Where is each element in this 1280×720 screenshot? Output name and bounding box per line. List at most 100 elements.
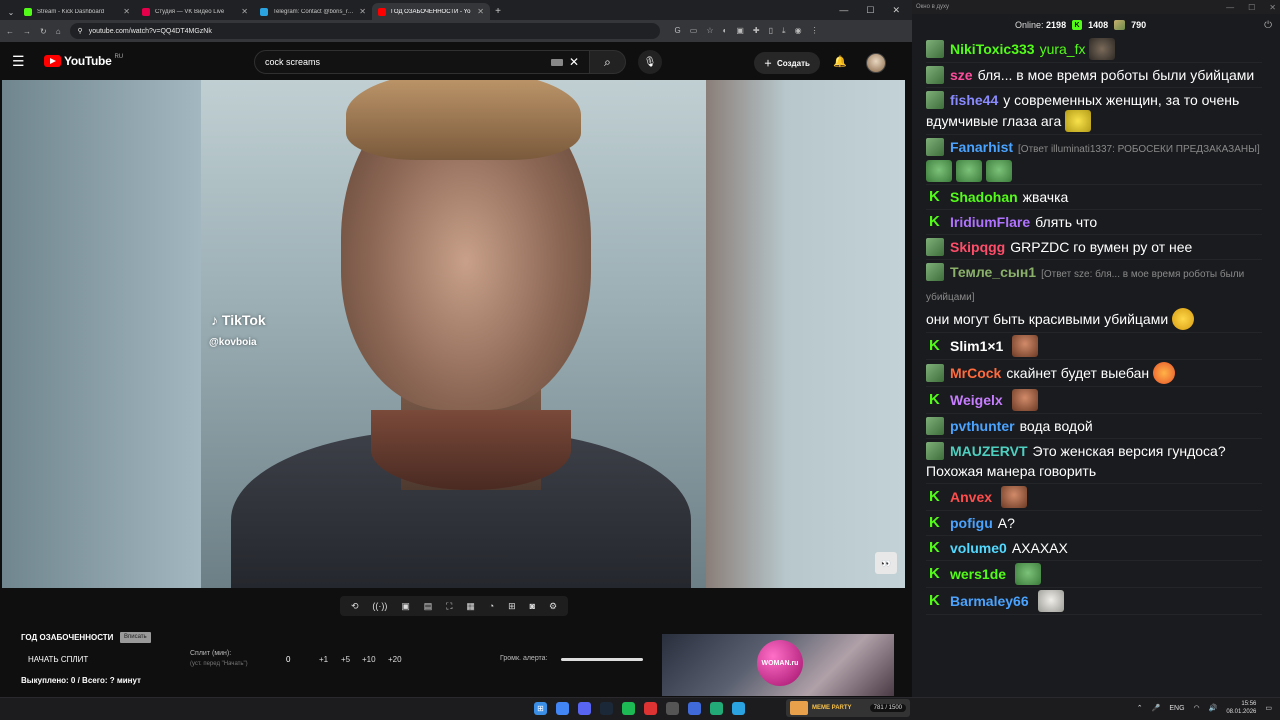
chat-username[interactable]: sze xyxy=(950,67,973,83)
screenshot-icon[interactable]: ◙ xyxy=(530,601,535,611)
maximize-icon[interactable]: ☐ xyxy=(866,5,874,16)
browser-tab[interactable]: Студия — VK Видео Live ✕ xyxy=(136,3,254,20)
loop-icon[interactable]: ⟲ xyxy=(351,601,359,612)
mic-icon[interactable]: 🎤 xyxy=(1152,704,1161,712)
resize-icon[interactable]: ⛶ xyxy=(446,601,452,612)
pip-icon[interactable]: ▣ xyxy=(401,601,410,612)
chat-username[interactable]: wers1de xyxy=(950,566,1006,582)
speed-icon[interactable]: ◔ xyxy=(489,601,494,611)
youtube-logo[interactable]: YouTube RU xyxy=(44,54,123,68)
chat-settings-icon[interactable]: ⏻ xyxy=(1264,20,1272,31)
chat-username[interactable]: Fanarhist xyxy=(950,139,1013,155)
chat-username[interactable]: Shadohan xyxy=(950,189,1018,205)
reload-icon[interactable]: ↻ xyxy=(40,27,47,36)
audio-icon[interactable]: ((·)) xyxy=(372,601,387,611)
avatar[interactable] xyxy=(866,53,886,73)
increment-5-button[interactable]: +5 xyxy=(341,655,350,664)
minimize-icon[interactable]: — xyxy=(839,5,848,15)
profile-icon[interactable]: ◉ xyxy=(795,26,802,36)
clock[interactable]: 15:56 08.01.2026 xyxy=(1226,700,1256,716)
tab-search-icon[interactable]: ⌄ xyxy=(4,4,18,20)
search-button[interactable]: ⌕ xyxy=(590,50,626,74)
chat-minimize-icon[interactable]: — xyxy=(1226,3,1234,12)
steam-icon[interactable] xyxy=(600,702,613,715)
chat-username[interactable]: Anvex xyxy=(950,489,992,505)
chat-username[interactable]: IridiumFlare xyxy=(950,214,1030,230)
start-icon[interactable]: ⊞ xyxy=(534,702,547,715)
chat-scrollbar[interactable] xyxy=(1276,36,1280,694)
increment-1-button[interactable]: +1 xyxy=(319,655,328,664)
extension-icon-2[interactable]: ▣ xyxy=(736,26,744,36)
obs-icon[interactable] xyxy=(666,702,679,715)
new-tab-button[interactable]: + xyxy=(490,3,506,20)
tab-close-icon[interactable]: ✕ xyxy=(123,7,130,16)
chat-close-icon[interactable]: ✕ xyxy=(1269,3,1276,12)
tab-close-icon[interactable]: ✕ xyxy=(359,7,366,16)
bookmark-star-icon[interactable]: ☆ xyxy=(706,26,713,36)
tab-close-icon[interactable]: ✕ xyxy=(477,7,484,16)
voice-search-icon[interactable]: 🎙 xyxy=(638,50,662,74)
clip-icon[interactable]: ▤ xyxy=(424,601,433,612)
download-icon[interactable]: ⤓ xyxy=(782,26,786,36)
home-icon[interactable]: ⌂ xyxy=(56,27,61,36)
chat-username[interactable]: volume0 xyxy=(950,540,1007,556)
notifications-bell-icon[interactable]: 🔔 xyxy=(833,55,847,68)
add-icon[interactable]: ⊞ xyxy=(508,601,516,612)
forward-icon[interactable]: → xyxy=(23,27,31,36)
app-icon-3[interactable] xyxy=(710,702,723,715)
browser-tab[interactable]: Telegram: Contact @boris_roch ✕ xyxy=(254,3,372,20)
ad-banner[interactable]: WOMAN.ru xyxy=(662,634,894,696)
sidebar-icon[interactable]: ▯ xyxy=(769,26,773,36)
app-icon-2[interactable] xyxy=(688,702,701,715)
chat-username[interactable]: Skipqgg xyxy=(950,239,1005,255)
spotify-icon[interactable] xyxy=(622,702,635,715)
chrome-icon[interactable] xyxy=(556,702,569,715)
eyes-icon[interactable]: 👀 xyxy=(875,552,897,574)
increment-20-button[interactable]: +20 xyxy=(388,655,402,664)
url-bar[interactable]: ⚲ youtube.com/watch?v=QQ4DT4MGzNk xyxy=(69,23,660,39)
video-player[interactable]: ♪ TikTok @kovboia 👀 xyxy=(2,80,905,588)
keyboard-icon[interactable] xyxy=(550,58,563,66)
clear-search-icon[interactable]: ✕ xyxy=(569,55,579,69)
start-split-button[interactable]: НАЧАТЬ СПЛИТ xyxy=(28,655,88,664)
chat-username[interactable]: Темле_сын1 xyxy=(950,264,1036,280)
chat-username[interactable]: fishe44 xyxy=(950,92,998,108)
extension-icon[interactable]: ◐ xyxy=(723,26,728,36)
language-indicator[interactable]: ENG xyxy=(1169,705,1184,712)
panel-badge[interactable]: Вписать xyxy=(120,632,151,643)
browser-tab[interactable]: ГОД ОЗАБОЧЕННОСТИ - Yo ✕ xyxy=(372,3,490,20)
chat-username[interactable]: Weigelx xyxy=(950,392,1003,408)
menu-icon[interactable]: ☰ xyxy=(12,53,34,70)
chat-username[interactable]: MrCock xyxy=(950,365,1001,381)
tab-close-icon[interactable]: ✕ xyxy=(241,7,248,16)
discord-icon[interactable] xyxy=(578,702,591,715)
volume-slider[interactable] xyxy=(561,658,643,661)
volume-icon[interactable]: 🔊 xyxy=(1209,704,1218,712)
app-icon[interactable] xyxy=(644,702,657,715)
wifi-icon[interactable]: ◠ xyxy=(1194,704,1200,712)
menu-dots-icon[interactable]: ⋮ xyxy=(811,26,819,36)
close-icon[interactable]: ✕ xyxy=(892,5,900,16)
subtitles-icon[interactable]: ▦ xyxy=(466,601,475,612)
chat-maximize-icon[interactable]: ☐ xyxy=(1248,3,1255,12)
chat-username[interactable]: NikiToxic333 xyxy=(950,41,1035,57)
chat-username[interactable]: pvthunter xyxy=(950,418,1015,434)
telegram-icon[interactable] xyxy=(732,702,745,715)
site-info-icon[interactable]: ⚲ xyxy=(78,27,83,35)
chat-username[interactable]: Slim1×1 xyxy=(950,338,1003,354)
chat-username[interactable]: Barmaley66 xyxy=(950,593,1029,609)
browser-tab[interactable]: Stream - Kick Dashboard ✕ xyxy=(18,3,136,20)
meme-party-widget[interactable]: MEME PARTY 781 / 1500 xyxy=(786,699,910,717)
back-icon[interactable]: ← xyxy=(6,27,14,36)
chat-username[interactable]: MAUZERVT xyxy=(950,443,1028,459)
create-button[interactable]: ＋ Создать xyxy=(754,52,820,74)
settings-gear-icon[interactable]: ⚙ xyxy=(549,601,557,612)
increment-10-button[interactable]: +10 xyxy=(362,655,376,664)
tray-chevron-icon[interactable]: ⌃ xyxy=(1137,704,1143,712)
notification-icon[interactable]: ▭ xyxy=(1265,704,1272,712)
search-input[interactable]: cock screams ✕ xyxy=(254,50,590,74)
chat-username[interactable]: pofigu xyxy=(950,515,993,531)
cast-icon[interactable]: ▭ xyxy=(690,26,698,36)
puzzle-icon[interactable]: ✚ xyxy=(753,26,760,36)
google-icon[interactable]: G xyxy=(675,26,681,36)
